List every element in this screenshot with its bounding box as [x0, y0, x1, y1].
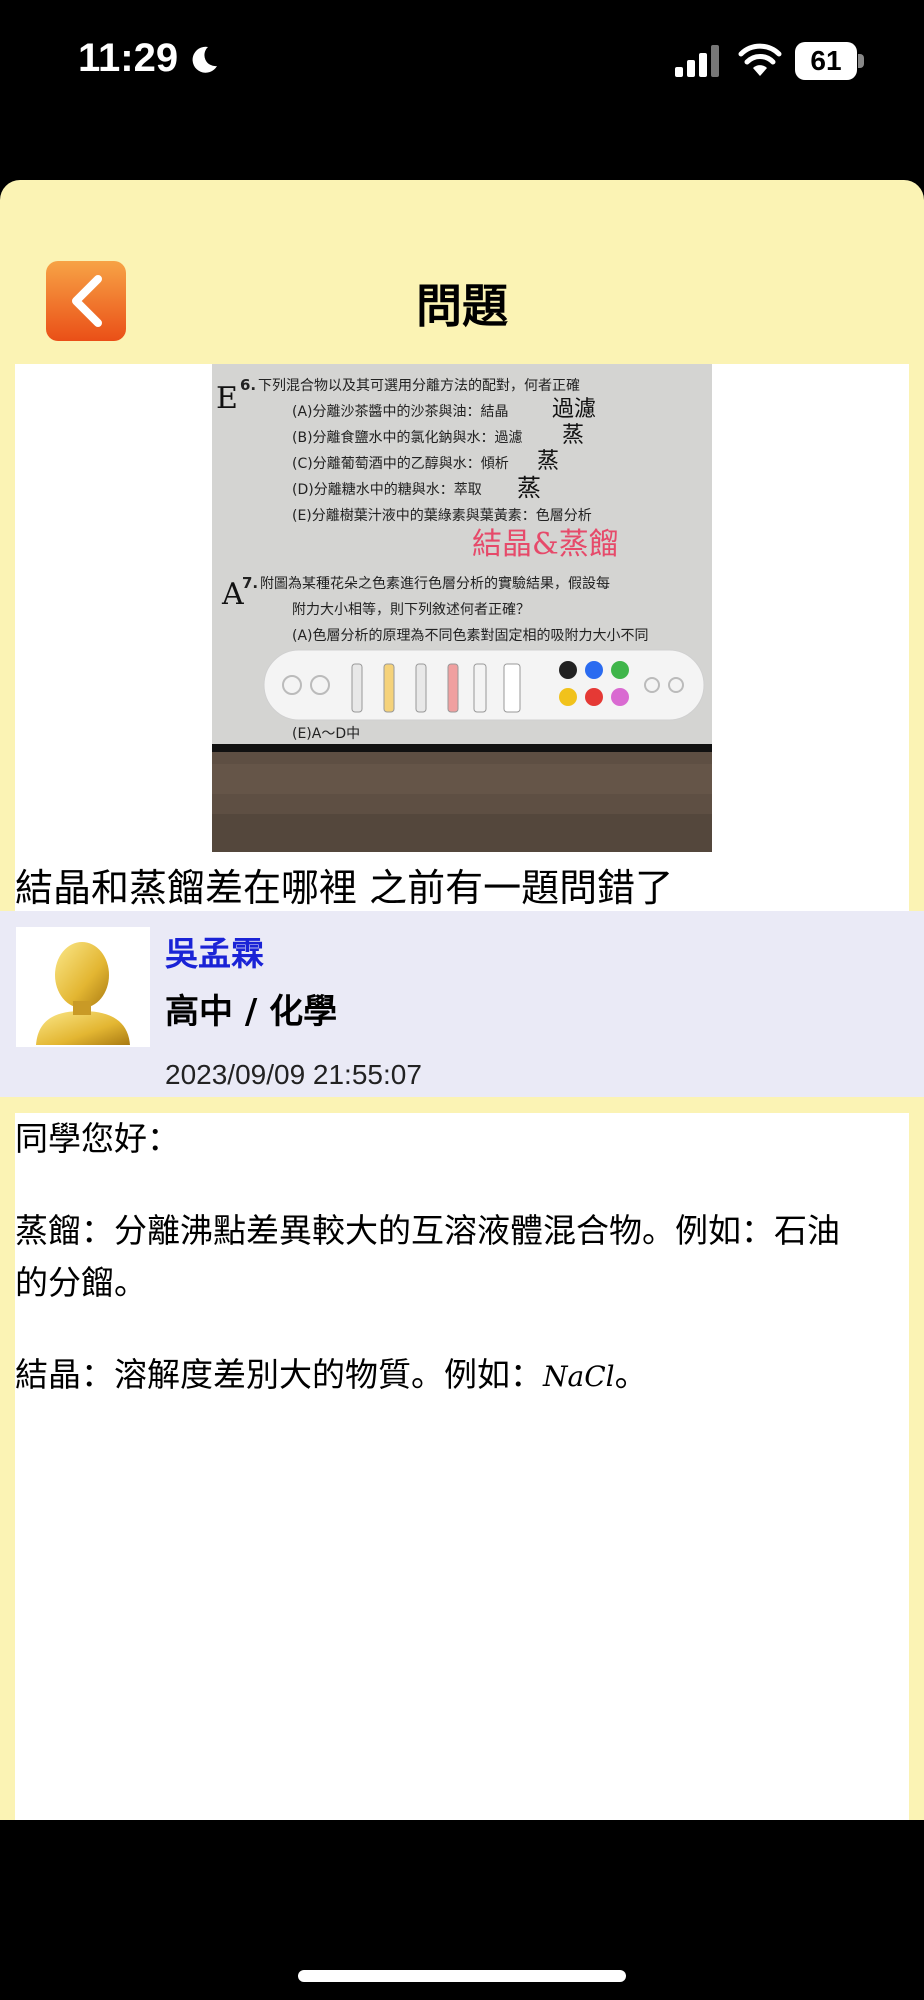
answerer-card: 吳孟霖 高中 / 化學 2023/09/09 21:55:07 — [0, 911, 924, 1097]
formula-nacl: NaCl — [543, 1360, 615, 1393]
answer-greeting: 同學您好： — [15, 1119, 180, 1158]
q7-option-e: (E)A～D中 — [292, 726, 360, 742]
q6-handwritten-answer: E — [216, 381, 238, 416]
q6-option-e: (E)分離樹葉汁液中的葉綠素與葉黃素：色層分析 — [292, 507, 592, 524]
answer-distillation-line-1: 蒸餾：分離沸點差異較大的互溶液體混合物。例如：石油 — [15, 1211, 840, 1250]
question-screen: 問題 6. 下列混合物以及其可選用分離方法的配對，何者正確 (A)分離沙茶醬中的… — [0, 180, 924, 1820]
q7-option-a: (A)色層分析的原理為不同色素對固定相的吸附力大小不同 — [292, 627, 649, 644]
q7-handwritten-answer: A — [221, 577, 244, 612]
answer-crystallization-end: 。 — [614, 1355, 648, 1394]
q6-option-a: (A)分離沙茶醬中的沙茶與油：結晶 — [292, 403, 509, 420]
wifi-icon — [738, 43, 782, 76]
answer-crystallization-text: 結晶：溶解度差別大的物質。例如： — [15, 1355, 543, 1394]
status-bar: 11:29 61 — [0, 0, 924, 120]
q6-stem: 下列混合物以及其可選用分離方法的配對，何者正確 — [258, 377, 580, 394]
answer-crystallization: 結晶：溶解度差別大的物質。例如：NaCl。 — [15, 1349, 909, 1403]
answer-timestamp: 2023/09/09 21:55:07 — [165, 1059, 422, 1090]
handwriting-c: 蒸 — [537, 449, 559, 474]
photo-content: 6. 下列混合物以及其可選用分離方法的配對，何者正確 (A)分離沙茶醬中的沙茶與… — [212, 364, 712, 852]
q7-stem-2: 附力大小相等，則下列敘述何者正確？ — [292, 601, 530, 618]
moon-icon — [192, 46, 217, 73]
q7-stem: 附圖為某種花朵之色素進行色層分析的實驗結果，假設每 — [260, 575, 610, 592]
handwriting-d: 蒸 — [517, 474, 541, 502]
battery-level: 61 — [795, 42, 857, 80]
status-time: 11:29 — [78, 36, 179, 80]
q6-option-b: (B)分離食鹽水中的氯化鈉與水：過濾 — [292, 429, 523, 446]
question-text: 結晶和蒸餾差在哪裡 之前有一題問錯了 — [15, 866, 674, 910]
battery-tip — [858, 54, 864, 68]
answer-distillation-line-2: 的分餾。 — [15, 1263, 147, 1302]
user-avatar-icon — [36, 942, 130, 1045]
answerer-name[interactable]: 吳孟霖 — [165, 927, 264, 975]
handwriting-red-note: 結晶&蒸餾 — [472, 527, 619, 562]
q6-option-d: (D)分離糖水中的糖與水：萃取 — [292, 481, 482, 498]
q6-option-c: (C)分離葡萄酒中的乙醇與水：傾析 — [292, 455, 509, 472]
question-photo[interactable]: 6. 下列混合物以及其可選用分離方法的配對，何者正確 (A)分離沙茶醬中的沙茶與… — [212, 364, 712, 852]
home-indicator[interactable] — [298, 1970, 626, 1982]
handwriting-a: 過濾 — [552, 397, 596, 422]
avatar[interactable] — [16, 927, 150, 1047]
question-panel: 6. 下列混合物以及其可選用分離方法的配對，何者正確 (A)分離沙茶醬中的沙茶與… — [15, 364, 909, 911]
q7-number: 7. — [242, 574, 258, 592]
page-title: 問題 — [416, 279, 508, 333]
q6-number: 6. — [240, 376, 256, 394]
answerer-subject: 高中 / 化學 — [165, 992, 338, 1032]
answer-body: 同學您好： 蒸餾：分離沸點差異較大的互溶液體混合物。例如：石油 的分餾。 結晶：… — [15, 1113, 909, 1820]
cellular-signal-icon — [675, 45, 719, 77]
handwriting-b: 蒸 — [562, 423, 584, 448]
